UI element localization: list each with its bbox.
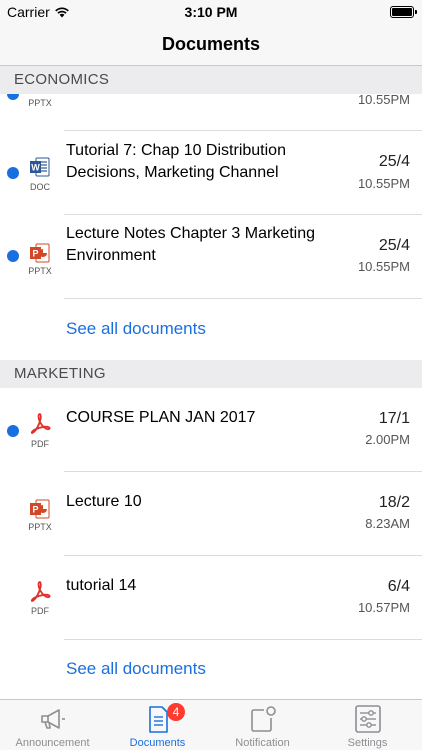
sliders-icon — [355, 705, 381, 733]
unread-dot — [7, 250, 19, 262]
document-time: 2.00PM — [365, 432, 410, 447]
document-time: 10.55PM — [357, 259, 410, 274]
document-row[interactable]: PDF tutorial 14 6/4 10.57PM — [0, 556, 422, 639]
word-doc-icon: W — [30, 157, 50, 177]
status-bar: Carrier 3:10 PM — [0, 0, 422, 24]
document-date: 18/2 — [378, 494, 410, 511]
see-all-economics-link[interactable]: See all documents — [66, 319, 206, 339]
section-header-economics: ECONOMICS — [0, 66, 422, 94]
tab-label: Notification — [235, 737, 290, 749]
document-title: Lecture Notes Chapter 3 Marketing Enviro… — [66, 225, 316, 264]
document-title: tutorial 14 — [66, 577, 137, 594]
document-row[interactable]: PDF COURSE PLAN JAN 2017 17/1 2.00PM — [0, 388, 422, 471]
battery-icon — [390, 6, 417, 18]
unread-dot — [7, 167, 19, 179]
see-all-marketing-link[interactable]: See all documents — [66, 659, 206, 679]
file-type-label: PPTX — [28, 266, 52, 276]
document-title: Tutorial 7: Chap 10 Distribution Decisio… — [66, 142, 286, 181]
file-type-label: PDF — [31, 606, 49, 616]
tab-label: Announcement — [15, 737, 90, 749]
file-type-label: PPTX — [28, 522, 52, 532]
file-type-label: DOC — [30, 182, 50, 192]
powerpoint-icon: P — [30, 499, 50, 519]
megaphone-icon — [41, 709, 65, 729]
document-row[interactable]: PPTX 10.55PM — [0, 94, 422, 130]
svg-text:W: W — [31, 163, 40, 173]
tab-label: Documents — [129, 737, 186, 749]
pdf-icon — [30, 581, 51, 602]
document-date: 25/4 — [378, 153, 410, 170]
document-row[interactable]: P PPTX Lecture Notes Chapter 3 Marketing… — [0, 215, 422, 298]
document-date: 17/1 — [378, 410, 410, 427]
tab-documents[interactable]: 4 Documents — [105, 700, 210, 750]
document-row[interactable]: P PPTX Lecture 10 18/2 8.23AM — [0, 472, 422, 555]
row-divider — [64, 298, 422, 299]
pdf-icon — [30, 413, 51, 434]
row-divider — [64, 639, 422, 640]
document-time: 10.57PM — [357, 600, 410, 615]
document-date: 25/4 — [378, 237, 410, 254]
document-time: 8.23AM — [365, 516, 410, 531]
document-title: Lecture 10 — [66, 493, 142, 510]
status-time: 3:10 PM — [184, 4, 238, 20]
navigation-bar: Documents — [0, 24, 422, 66]
document-date: 6/4 — [387, 578, 410, 595]
section-header-marketing: MARKETING — [0, 360, 422, 388]
document-title: COURSE PLAN JAN 2017 — [66, 409, 256, 426]
unread-dot — [7, 425, 19, 437]
file-type-label: PDF — [31, 439, 49, 449]
powerpoint-icon: P — [30, 243, 50, 263]
notification-icon — [251, 706, 276, 732]
unread-dot — [7, 94, 19, 100]
tab-settings[interactable]: Settings — [315, 700, 420, 750]
document-row[interactable]: W DOC Tutorial 7: Chap 10 Distribution D… — [0, 131, 422, 214]
document-time: 10.55PM — [357, 176, 410, 191]
tab-bar: Announcement 4 Documents Notification Se… — [0, 699, 422, 750]
page-title: Documents — [161, 34, 260, 54]
tab-announcement[interactable]: Announcement — [0, 700, 105, 750]
badge-count: 4 — [167, 703, 185, 721]
document-time: 10.55PM — [357, 94, 410, 107]
svg-text:P: P — [32, 249, 38, 259]
tab-label: Settings — [347, 737, 388, 749]
svg-text:P: P — [32, 505, 38, 515]
tab-notification[interactable]: Notification — [210, 700, 315, 750]
file-type-label: PPTX — [28, 98, 52, 108]
